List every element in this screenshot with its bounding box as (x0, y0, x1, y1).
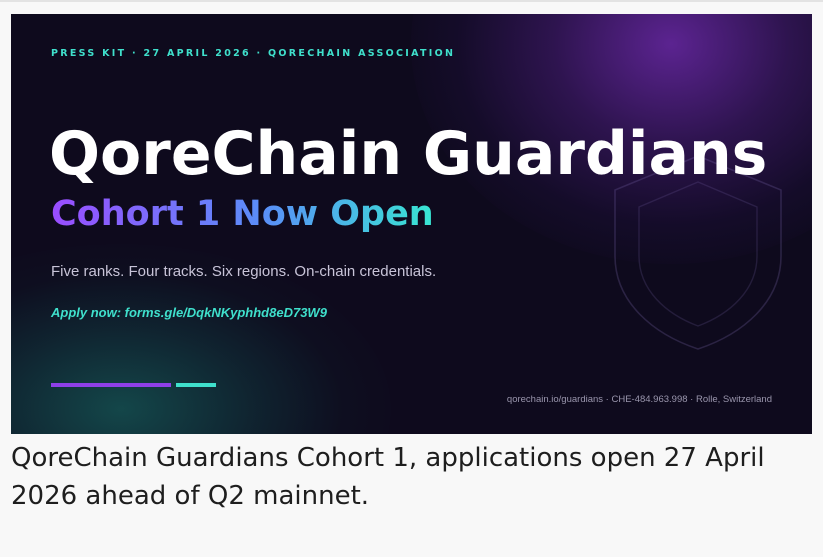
apply-link[interactable]: Apply now: forms.gle/DqkNKyphhd8eD73W9 (51, 305, 327, 320)
banner-tagline: Five ranks. Four tracks. Six regions. On… (51, 263, 437, 280)
banner-title: QoreChain Guardians (49, 119, 768, 189)
image-caption: QoreChain Guardians Cohort 1, applicatio… (11, 443, 765, 511)
banner-footer: qorechain.io/guardians · CHE-484.963.998… (506, 394, 772, 405)
press-kit-kicker: PRESS KIT · 27 APRIL 2026 · QORECHAIN AS… (51, 48, 456, 59)
press-banner-image: PRESS KIT · 27 APRIL 2026 · QORECHAIN AS… (11, 14, 812, 434)
accent-bar-purple (51, 383, 171, 387)
top-divider (0, 0, 823, 2)
accent-bar-teal (176, 383, 216, 387)
banner-subtitle: Cohort 1 Now Open (51, 194, 434, 234)
